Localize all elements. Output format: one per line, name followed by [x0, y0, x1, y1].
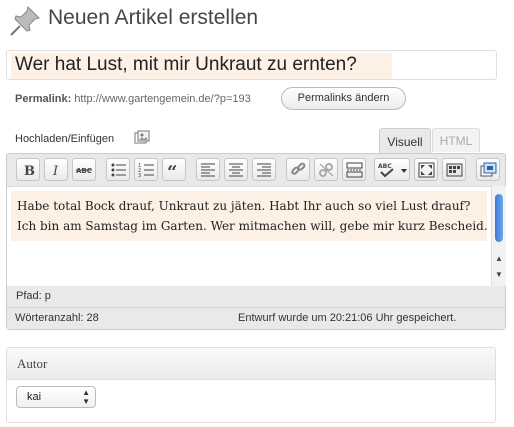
- author-select-value: kai: [27, 391, 42, 403]
- align-right-button[interactable]: [252, 158, 276, 181]
- author-select[interactable]: kai ▲ ▼: [16, 386, 96, 408]
- editor-content-text: Habe total Bock drauf, Unkraut zu jäten.…: [17, 199, 488, 233]
- svg-text:B: B: [24, 164, 35, 178]
- bold-button[interactable]: B: [16, 158, 40, 181]
- post-title-value: Wer hat Lust, mit mir Unkraut zu ernten?: [15, 54, 357, 75]
- editor-scrollbar[interactable]: ▲ ▼: [491, 186, 506, 286]
- scroll-down-arrow-icon[interactable]: ▼: [495, 270, 503, 279]
- scrollbar-thumb[interactable]: [495, 194, 503, 242]
- tab-visual[interactable]: Visuell: [379, 128, 431, 154]
- author-box: Autor: [6, 347, 496, 423]
- editor-content-area[interactable]: Habe total Bock drauf, Unkraut zu jäten.…: [7, 186, 491, 286]
- italic-button[interactable]: I: [44, 158, 68, 181]
- bullet-list-icon: [111, 163, 126, 177]
- permalink-label: Permalink:: [15, 93, 72, 105]
- edit-permalink-button[interactable]: Permalinks ändern: [281, 87, 406, 110]
- permalink-url[interactable]: http://www.gartengemein.de/?p=193: [74, 93, 250, 105]
- more-tag-icon: [346, 162, 363, 178]
- image-icon: [480, 162, 497, 177]
- permalink-row: Permalink: http://www.gartengemein.de/?p…: [15, 93, 251, 105]
- spellcheck-button[interactable]: ABC: [374, 158, 410, 181]
- pushpin-icon: [10, 6, 40, 36]
- blockquote-button[interactable]: “: [162, 158, 186, 181]
- page-title: Neuen Artikel erstellen: [48, 6, 259, 29]
- author-box-title: Autor: [17, 356, 48, 371]
- select-arrows-icon: ▲ ▼: [82, 388, 90, 406]
- editor-path: Pfad: p: [16, 290, 51, 302]
- author-box-header[interactable]: Autor: [7, 348, 495, 380]
- svg-text:ABC: ABC: [378, 163, 392, 170]
- insert-link-button[interactable]: [286, 158, 310, 181]
- autosave-status: Entwurf wurde um 20:21:06 Uhr gespeicher…: [238, 312, 457, 324]
- italic-icon: I: [52, 164, 59, 178]
- align-center-icon: [229, 163, 243, 177]
- svg-text:I: I: [52, 164, 59, 178]
- strikethrough-button[interactable]: ABC: [72, 158, 96, 181]
- path-value[interactable]: p: [45, 290, 51, 302]
- upload-label: Hochladen/Einfügen: [15, 133, 115, 145]
- fullscreen-icon: [418, 162, 435, 178]
- add-media-icon[interactable]: [134, 130, 150, 146]
- path-label: Pfad:: [16, 290, 42, 302]
- svg-text:“: “: [167, 162, 177, 178]
- unlink-icon: [319, 163, 334, 177]
- scroll-up-arrow-icon[interactable]: ▲: [495, 254, 503, 263]
- strikethrough-icon: ABC: [76, 167, 92, 175]
- unlink-button[interactable]: [314, 158, 338, 181]
- fullscreen-button[interactable]: [414, 158, 438, 181]
- align-right-icon: [257, 163, 271, 177]
- numbered-list-button[interactable]: 123: [134, 158, 158, 181]
- bold-icon: B: [24, 164, 35, 178]
- insert-image-button[interactable]: [476, 158, 500, 181]
- align-center-button[interactable]: [224, 158, 248, 181]
- kitchen-sink-button[interactable]: [442, 158, 466, 181]
- more-tag-button[interactable]: [342, 158, 366, 181]
- align-left-button[interactable]: [196, 158, 220, 181]
- svg-text:3: 3: [138, 173, 141, 178]
- align-left-icon: [201, 163, 215, 177]
- svg-text:ABC: ABC: [76, 167, 92, 175]
- link-icon: [291, 162, 306, 175]
- spellcheck-icon: ABC: [378, 163, 407, 178]
- word-count: Wörteranzahl: 28: [15, 312, 99, 324]
- bullet-list-button[interactable]: [106, 158, 130, 181]
- post-title-input[interactable]: Wer hat Lust, mit mir Unkraut zu ernten?: [6, 50, 497, 80]
- kitchen-sink-icon: [446, 163, 463, 177]
- numbered-list-icon: 123: [138, 163, 154, 178]
- blockquote-icon: “: [167, 162, 177, 178]
- tab-html[interactable]: HTML: [432, 128, 480, 152]
